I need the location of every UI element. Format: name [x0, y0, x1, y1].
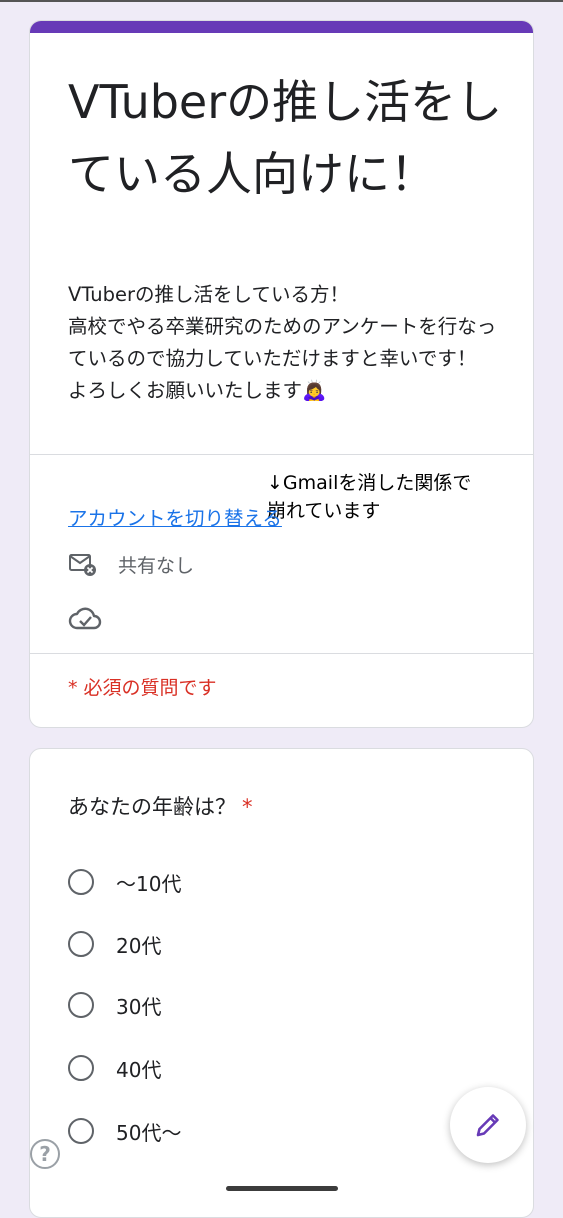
status-bar-edge	[0, 0, 563, 2]
radio-button[interactable]	[68, 1118, 94, 1144]
shared-status-row: 共有なし	[68, 549, 194, 579]
option-row[interactable]: 20代	[68, 928, 161, 960]
switch-account-link[interactable]: アカウントを切り替える	[68, 502, 282, 531]
pencil-icon	[476, 1114, 499, 1137]
option-label[interactable]: 40代	[116, 1054, 161, 1083]
form-description: VTuberの推し活をしている方！ 高校でやる卒業研究のためのアンケートを行なっ…	[68, 283, 497, 402]
divider	[30, 653, 533, 654]
question-text: あなたの年齢は？	[68, 795, 236, 819]
home-indicator	[226, 1186, 338, 1191]
option-label[interactable]: 20代	[116, 930, 161, 959]
option-row[interactable]: 30代	[68, 989, 161, 1021]
form-title: VTuberの推し活をしている人向けに！	[68, 75, 503, 201]
divider	[30, 454, 533, 455]
edit-fab-button[interactable]	[450, 1087, 526, 1163]
mail-off-icon	[69, 554, 96, 576]
cloud-check-icon	[68, 607, 102, 630]
annotation-note: ↓Gmailを消した関係で 崩れています	[267, 472, 472, 522]
radio-button[interactable]	[68, 869, 94, 895]
shared-status-text: 共有なし	[118, 554, 195, 577]
option-label[interactable]: 30代	[116, 991, 161, 1020]
accent-bar	[30, 21, 533, 33]
option-row[interactable]: 〜10代	[68, 866, 181, 898]
option-row[interactable]: 50代〜	[68, 1115, 181, 1147]
question-title: あなたの年齢は？ *	[68, 791, 253, 821]
option-label[interactable]: 50代〜	[116, 1117, 181, 1146]
radio-button[interactable]	[68, 992, 94, 1018]
help-icon[interactable]: ?	[30, 1139, 60, 1169]
radio-button[interactable]	[68, 931, 94, 957]
option-label[interactable]: 〜10代	[116, 868, 181, 897]
required-asterisk: *	[242, 795, 253, 819]
form-header-card: VTuberの推し活をしている人向けに！ VTuberの推し活をしている方！ 高…	[29, 20, 534, 728]
radio-button[interactable]	[68, 1055, 94, 1081]
option-row[interactable]: 40代	[68, 1052, 161, 1084]
required-note: * 必須の質問です	[68, 677, 217, 699]
